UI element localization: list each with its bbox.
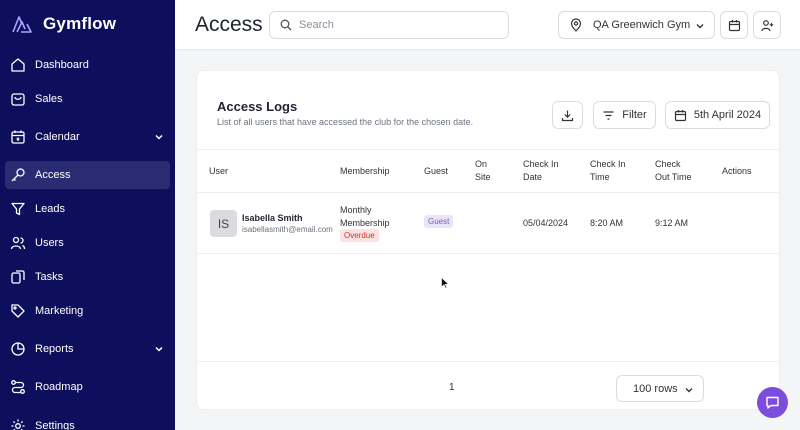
sidebar-item-label: Calendar (35, 131, 80, 143)
tasks-icon (11, 270, 25, 284)
sidebar-item-settings[interactable]: Settings (5, 412, 170, 430)
gym-selector-value: QA Greenwich Gym (593, 19, 691, 31)
page-title: Access (195, 13, 263, 36)
sidebar-item-reports[interactable]: Reports (5, 335, 170, 363)
membership-line: Monthly (340, 205, 372, 215)
key-icon (11, 168, 25, 182)
column-header-guest[interactable]: Guest (424, 165, 448, 178)
calendar-button[interactable] (720, 11, 748, 39)
calendar-icon (728, 19, 740, 31)
filter-icon (603, 110, 614, 120)
column-header-line: Out Time (655, 172, 692, 182)
user-plus-icon (760, 19, 773, 31)
table-row[interactable]: IS Isabella Smith isabellasmith@email.co… (197, 193, 779, 254)
rows-per-page-value: 100 rows (633, 382, 678, 395)
download-button[interactable] (552, 101, 583, 129)
sidebar-item-label: Sales (35, 93, 63, 105)
bag-icon (11, 93, 25, 106)
column-header-check-in-date[interactable]: Check In Date (523, 158, 559, 184)
check-in-date: 05/04/2024 (523, 218, 569, 228)
search-input[interactable] (299, 19, 499, 31)
pie-chart-icon (11, 342, 25, 356)
sidebar-item-roadmap[interactable]: Roadmap (5, 373, 170, 401)
add-user-button[interactable] (753, 11, 781, 39)
column-header-line: Time (590, 172, 610, 182)
access-logs-card: Access Logs List of all users that have … (196, 70, 780, 410)
sidebar-item-label: Access (35, 169, 71, 181)
home-icon (11, 58, 25, 72)
sidebar-item-sales[interactable]: Sales (5, 85, 170, 113)
sidebar-item-leads[interactable]: Leads (5, 195, 170, 223)
card-title: Access Logs (217, 99, 298, 114)
column-header-check-in-time[interactable]: Check In Time (590, 158, 626, 184)
sidebar-item-label: Marketing (35, 305, 84, 317)
route-icon (11, 380, 25, 394)
search-box[interactable] (269, 11, 509, 39)
table-footer: 1 100 rows (197, 361, 779, 409)
sidebar-item-calendar[interactable]: Calendar (5, 123, 170, 151)
sidebar-item-dashboard[interactable]: Dashboard (5, 51, 170, 79)
sidebar-item-access[interactable]: Access (5, 161, 170, 189)
users-icon (10, 236, 26, 250)
membership-name: Monthly Membership (340, 204, 400, 230)
chevron-down-icon (155, 346, 163, 352)
sidebar-item-label: Settings (35, 420, 75, 430)
date-label: 5th April 2024 (693, 109, 762, 121)
column-header-on-site[interactable]: On Site (475, 158, 491, 184)
column-header-check-out-time[interactable]: Check Out Time (655, 158, 692, 184)
page-number[interactable]: 1 (449, 382, 455, 393)
gear-icon (11, 419, 25, 430)
mouse-cursor-icon (441, 277, 449, 289)
column-header-line: On (475, 159, 488, 169)
download-icon (561, 110, 574, 121)
table-header: User Membership Guest On Site Check In D… (197, 149, 779, 193)
column-header-line: Site (475, 172, 491, 182)
rows-per-page-select[interactable]: 100 rows (616, 375, 704, 402)
sidebar-item-label: Leads (35, 203, 65, 215)
avatar: IS (210, 210, 237, 237)
calendar-icon (11, 130, 25, 144)
chat-icon (766, 396, 779, 409)
check-out-time: 9:12 AM (655, 218, 689, 228)
sidebar-item-label: Roadmap (35, 381, 83, 393)
chat-button[interactable] (757, 387, 788, 418)
search-icon (280, 19, 292, 31)
date-picker-button[interactable]: 5th April 2024 (665, 101, 770, 129)
brand[interactable]: Gymflow (10, 12, 116, 36)
card-subtitle: List of all users that have accessed the… (217, 117, 474, 127)
column-header-user[interactable]: User (209, 165, 228, 178)
column-header-membership[interactable]: Membership (340, 165, 390, 178)
sidebar-item-label: Tasks (35, 271, 64, 283)
tag-icon (11, 304, 25, 318)
user-name[interactable]: Isabella Smith (242, 213, 303, 223)
user-email: isabellasmith@email.com (242, 225, 333, 234)
location-pin-icon (570, 18, 582, 32)
funnel-icon (11, 202, 25, 216)
sidebar-item-users[interactable]: Users (5, 229, 170, 257)
column-header-line: Check In (523, 159, 559, 169)
guest-badge: Guest (424, 215, 454, 228)
gymflow-logo-icon (12, 16, 32, 33)
column-header-line: Date (523, 172, 543, 182)
check-in-time: 8:20 AM (590, 218, 624, 228)
chevron-down-icon (155, 134, 163, 140)
sidebar: Gymflow Dashboard Sales Calendar Access … (0, 0, 175, 430)
chevron-down-icon (685, 388, 693, 393)
gym-selector[interactable]: QA Greenwich Gym (558, 11, 715, 39)
sidebar-item-tasks[interactable]: Tasks (5, 263, 170, 291)
chevron-down-icon (696, 24, 704, 29)
filter-button[interactable]: Filter (593, 101, 656, 129)
column-header-line: Check In (590, 159, 626, 169)
calendar-icon (674, 109, 686, 121)
sidebar-item-label: Users (35, 237, 64, 249)
column-header-line: Check (655, 159, 681, 169)
filter-label: Filter (622, 109, 647, 121)
topbar: Access QA Greenwich Gym (175, 0, 800, 50)
sidebar-item-label: Dashboard (35, 59, 89, 71)
status-badge-overdue: Overdue (340, 229, 379, 242)
brand-name: Gymflow (43, 14, 117, 33)
sidebar-item-marketing[interactable]: Marketing (5, 297, 170, 325)
sidebar-item-label: Reports (35, 343, 74, 355)
column-header-actions: Actions (722, 166, 752, 176)
